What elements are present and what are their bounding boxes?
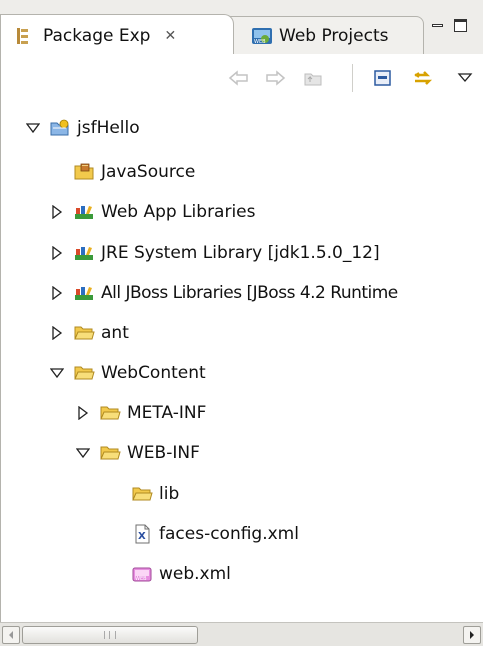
tree-item-label: Web App Libraries xyxy=(101,202,256,222)
minimize-icon[interactable] xyxy=(430,18,445,33)
expand-right-icon[interactable] xyxy=(49,325,65,341)
tab-package-explorer[interactable]: Package Exp ✕ xyxy=(0,14,234,56)
toolbar-separator xyxy=(352,64,353,92)
tree-item-label: WebContent xyxy=(101,363,206,383)
tab-package-explorer-label: Package Exp xyxy=(43,25,151,46)
tree-item-lib[interactable]: lib xyxy=(107,476,179,512)
close-icon[interactable]: ✕ xyxy=(164,28,176,44)
folder-icon xyxy=(73,363,95,383)
view-window-controls xyxy=(430,18,468,33)
folder-icon xyxy=(131,484,153,504)
collapse-all-icon[interactable] xyxy=(371,66,395,90)
tree-item-label: web.xml xyxy=(159,564,231,584)
xml-file-icon: X xyxy=(131,524,153,544)
forward-arrow-icon[interactable] xyxy=(263,66,287,90)
expand-down-icon[interactable] xyxy=(49,365,65,381)
tree-item-jre-system-library[interactable]: JRE System Library [jdk1.5.0_12] xyxy=(49,235,380,271)
scroll-right-icon[interactable] xyxy=(463,626,481,644)
folder-icon xyxy=(99,443,121,463)
expand-right-icon[interactable] xyxy=(49,204,65,220)
expand-right-icon[interactable] xyxy=(49,245,65,261)
tree-item-web-xml[interactable]: WEB web.xml xyxy=(107,556,231,592)
tree-item-webcontent[interactable]: WebContent xyxy=(49,355,206,391)
expand-right-icon[interactable] xyxy=(75,405,91,421)
expand-down-icon[interactable] xyxy=(75,445,91,461)
folder-icon xyxy=(99,403,121,423)
grip-icon xyxy=(104,631,116,639)
library-icon xyxy=(73,283,95,303)
tree-item-ant[interactable]: ant xyxy=(49,315,129,351)
package-explorer-view: WEB Web Projects Package Exp ✕ jsfHello … xyxy=(0,0,483,646)
tree-item-label: lib xyxy=(159,484,180,504)
scroll-left-icon[interactable] xyxy=(2,626,20,644)
horizontal-scrollbar[interactable] xyxy=(0,622,483,646)
source-folder-icon xyxy=(73,162,95,182)
tree-item-label: All JBoss Libraries [JBoss 4.2 Runtime xyxy=(101,283,398,303)
tab-web-projects-label: Web Projects xyxy=(279,25,389,46)
expand-right-icon[interactable] xyxy=(49,285,65,301)
tree-item-jsfhello[interactable]: jsfHello xyxy=(25,110,140,146)
view-tab-bar: WEB Web Projects Package Exp ✕ xyxy=(0,0,483,56)
folder-icon xyxy=(73,323,95,343)
tree-item-label: JavaSource xyxy=(101,162,196,182)
expand-down-icon[interactable] xyxy=(25,120,41,136)
svg-text:WEB: WEB xyxy=(135,576,147,582)
view-toolbar xyxy=(0,54,483,104)
tree-item-label: faces-config.xml xyxy=(159,524,299,544)
tree-item-web-inf[interactable]: WEB-INF xyxy=(75,435,200,471)
tab-web-projects[interactable]: WEB Web Projects xyxy=(228,16,424,54)
tree-item-label: JRE System Library [jdk1.5.0_12] xyxy=(101,243,380,263)
package-explorer-icon xyxy=(13,26,35,46)
view-menu-icon[interactable] xyxy=(453,66,477,90)
tree-item-web-app-libraries[interactable]: Web App Libraries xyxy=(49,194,256,230)
tree-item-all-jboss-libraries[interactable]: All JBoss Libraries [JBoss 4.2 Runtime xyxy=(49,275,398,311)
project-tree: jsfHello JavaSource Web App Libraries JR… xyxy=(0,104,483,622)
scrollbar-thumb[interactable] xyxy=(22,626,198,644)
tree-item-faces-config-xml[interactable]: X faces-config.xml xyxy=(107,516,299,552)
svg-text:X: X xyxy=(138,531,146,542)
web-projects-icon: WEB xyxy=(251,26,273,46)
project-icon xyxy=(49,118,71,138)
tree-item-label: WEB-INF xyxy=(127,443,200,463)
web-xml-icon: WEB xyxy=(131,564,153,584)
tree-item-meta-inf[interactable]: META-INF xyxy=(75,395,206,431)
up-folder-icon[interactable] xyxy=(301,66,325,90)
back-arrow-icon[interactable] xyxy=(227,66,251,90)
link-with-editor-icon[interactable] xyxy=(411,66,435,90)
tree-item-label: jsfHello xyxy=(77,118,140,138)
library-icon xyxy=(73,243,95,263)
maximize-icon[interactable] xyxy=(453,18,468,33)
tree-item-label: META-INF xyxy=(127,403,207,423)
tree-item-label: ant xyxy=(101,323,129,343)
svg-text:WEB: WEB xyxy=(254,39,266,45)
library-icon xyxy=(73,202,95,222)
tree-item-javasource[interactable]: JavaSource xyxy=(49,154,195,190)
